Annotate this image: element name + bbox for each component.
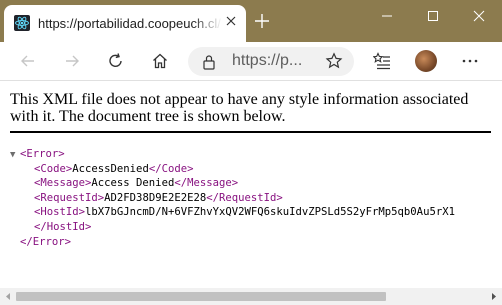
xml-tag: <HostId> (34, 206, 86, 219)
horizontal-scrollbar[interactable] (0, 288, 502, 305)
xml-hostid-close-line: </HostId> (10, 220, 455, 235)
home-icon (153, 53, 167, 69)
refresh-button[interactable] (102, 47, 130, 75)
title-bar: https://portabilidad.coopeuch.cl/ (0, 0, 502, 42)
xml-value: AD2FD38D9E2E2E28 (104, 191, 207, 204)
info-divider (10, 131, 491, 133)
xml-tag: <RequestId> (34, 191, 105, 204)
xml-message-line: <Message>Access Denied</Message> (10, 176, 455, 191)
xml-error-open-line[interactable]: ▼ <Error> (10, 147, 455, 162)
address-url: https://p... (232, 52, 303, 69)
xml-tag: <Message> (34, 177, 92, 190)
xml-value: AccessDenied (72, 162, 149, 175)
close-window-button[interactable] (456, 0, 502, 32)
maximize-button[interactable] (410, 0, 456, 32)
xml-tag: </RequestId> (206, 191, 283, 204)
favorites-list-icon (373, 52, 390, 70)
react-favicon-icon (14, 15, 30, 31)
new-tab-icon[interactable] (252, 11, 272, 31)
browser-toolbar: https://p... (0, 42, 502, 81)
favorite-star-button[interactable] (320, 47, 348, 75)
favorites-button[interactable] (368, 47, 396, 75)
xml-code-line: <Code>AccessDenied</Code> (10, 162, 455, 177)
xml-style-info: This XML file does not appear to have an… (10, 91, 469, 125)
more-dots-icon (462, 59, 478, 63)
browser-tab[interactable]: https://portabilidad.coopeuch.cl/ (4, 5, 246, 42)
xml-tree: ▼ <Error> <Code>AccessDenied</Code> <Mess… (10, 147, 455, 249)
close-window-icon (473, 10, 485, 22)
close-tab-icon[interactable] (224, 14, 238, 28)
xml-error-close-line: </Error> (10, 235, 455, 250)
arrow-right-icon (66, 55, 79, 67)
xml-tag: </Error> (20, 235, 72, 248)
scroll-left-arrow-icon[interactable] (4, 292, 12, 301)
xml-tag: </Code> (148, 162, 194, 175)
arrow-left-icon (21, 55, 34, 67)
more-menu-button[interactable] (456, 47, 484, 75)
xml-tag: <Code> (34, 162, 73, 175)
profile-avatar[interactable] (415, 50, 437, 72)
star-icon (325, 52, 343, 69)
home-button[interactable] (146, 47, 174, 75)
minimize-button[interactable] (364, 0, 410, 32)
xml-requestid-line: <RequestId>AD2FD38D9E2E2E28</RequestId> (10, 191, 455, 206)
xml-value: lbX7bGJncmD/N+6VFZhvYxQV2WFQ6skuIdvZPSLd… (85, 206, 455, 219)
lock-icon (203, 55, 215, 70)
back-button[interactable] (14, 47, 42, 75)
refresh-icon (109, 53, 122, 67)
xml-tag: <Error> (20, 148, 65, 160)
scrollbar-thumb[interactable] (16, 292, 386, 301)
scroll-right-arrow-icon[interactable] (490, 292, 498, 301)
collapse-triangle-icon[interactable]: ▼ (10, 148, 20, 163)
xml-tag: </HostId> (34, 220, 92, 233)
minimize-icon (382, 15, 392, 17)
xml-value: Access Denied (91, 177, 175, 190)
tab-title-fade (192, 11, 222, 35)
forward-button[interactable] (58, 47, 86, 75)
maximize-icon (428, 11, 438, 21)
page-content: This XML file does not appear to have an… (0, 81, 502, 288)
xml-tag: </Message> (174, 177, 239, 190)
xml-hostid-line: <HostId>lbX7bGJncmD/N+6VFZhvYxQV2WFQ6sku… (10, 205, 455, 220)
